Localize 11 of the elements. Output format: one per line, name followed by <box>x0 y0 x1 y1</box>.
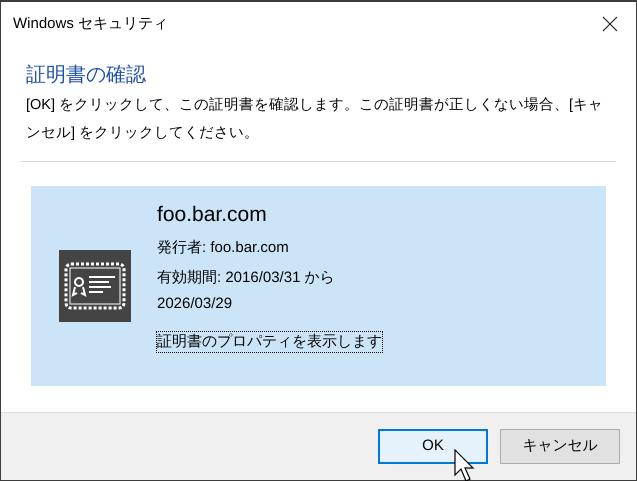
certificate-name: foo.bar.com <box>157 202 268 228</box>
close-icon[interactable] <box>602 16 618 32</box>
dialog-button[interactable]: OK <box>378 429 488 464</box>
issuer-text: 発行者: foo.bar.com <box>157 238 290 258</box>
dialog-button[interactable]: キャンセル <box>500 429 620 464</box>
validity-text: 有効期間: 2016/03/31 から 2026/03/29 <box>157 268 336 314</box>
properties-link[interactable]: 証明書のプロパティを表示します <box>157 332 382 352</box>
dialog-heading: 証明書の確認 <box>26 63 147 88</box>
window-title: Windows セキュリティ <box>13 14 168 34</box>
message-text: [OK] をクリックして、この証明書を確認します。この証明書が正しくない場合、[キャンセル] をクリックしてください。 <box>26 96 604 143</box>
certificate-icon <box>59 250 131 322</box>
